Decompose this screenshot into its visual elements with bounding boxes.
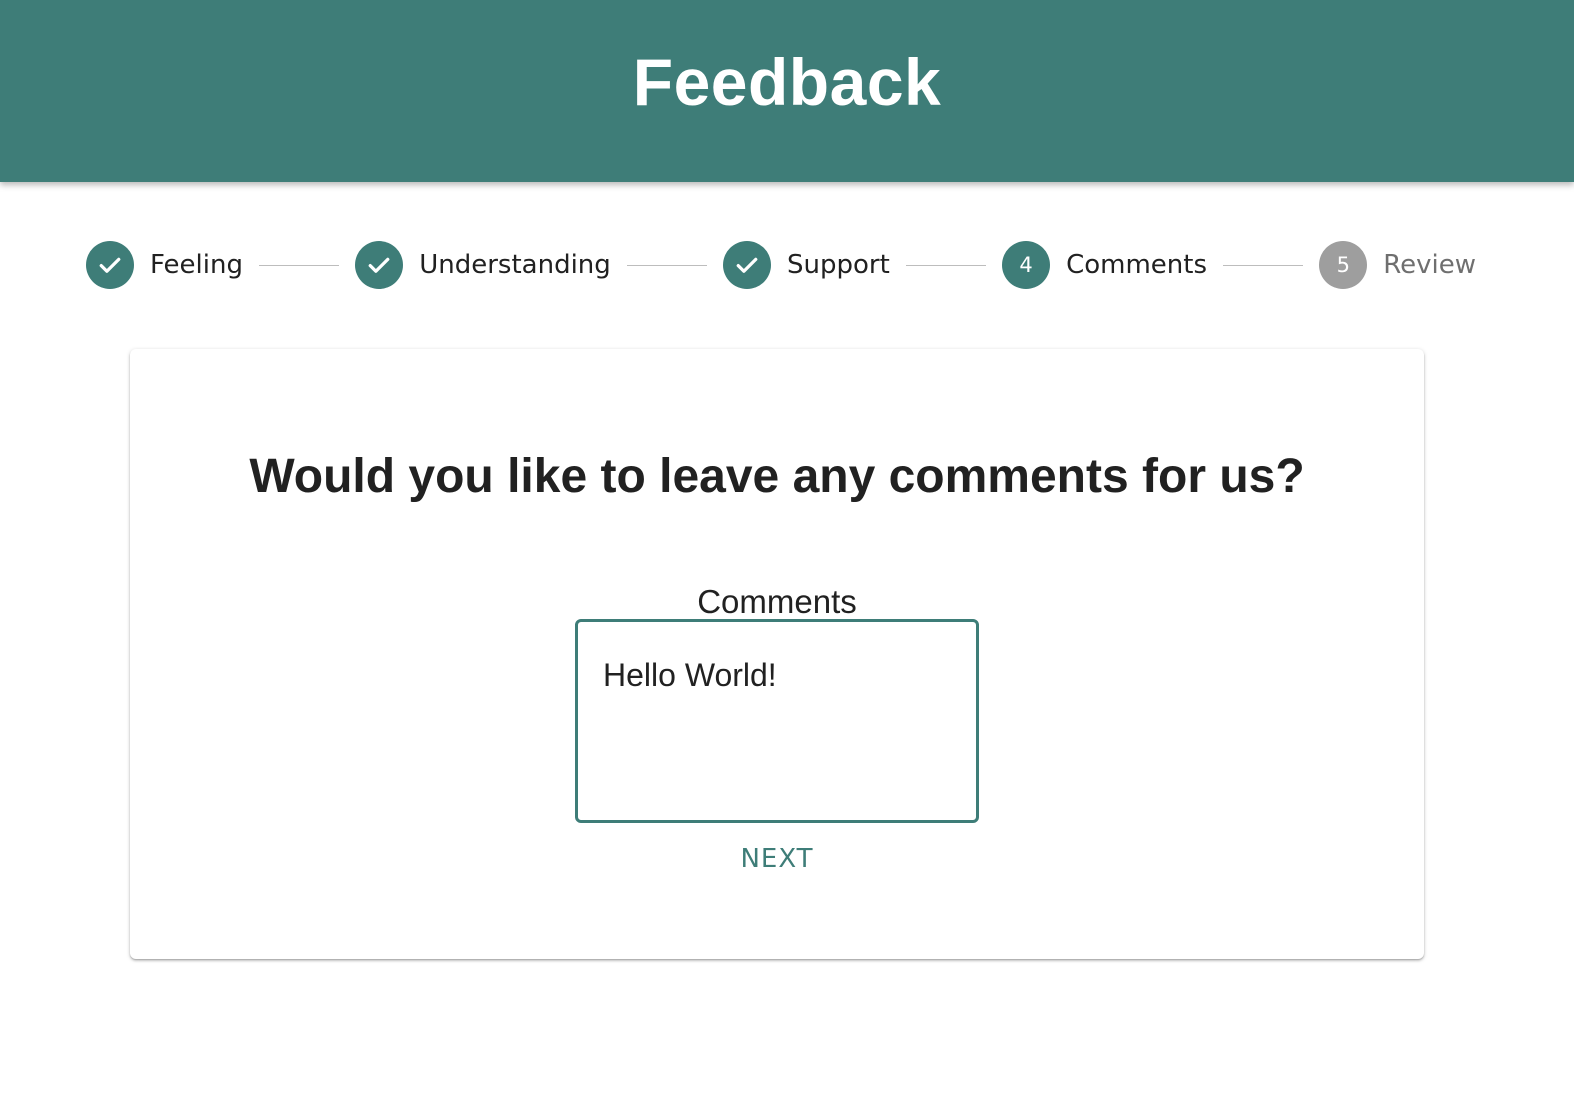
step-number-review: 5 bbox=[1319, 241, 1368, 289]
comments-label: Comments bbox=[697, 583, 857, 620]
step-feeling[interactable]: Feeling bbox=[86, 241, 243, 289]
step-understanding[interactable]: Understanding bbox=[355, 241, 611, 289]
stepper: Feeling Understanding Support 4 Comments… bbox=[86, 241, 1476, 289]
comments-textarea[interactable]: Hello World! bbox=[575, 619, 979, 823]
app-bar: Feedback bbox=[0, 0, 1574, 182]
page-title: Feedback bbox=[632, 45, 942, 119]
step-label-understanding: Understanding bbox=[419, 250, 611, 280]
step-connector bbox=[1223, 264, 1304, 266]
step-connector bbox=[626, 264, 708, 266]
step-label-review: Review bbox=[1383, 250, 1477, 280]
step-label-feeling: Feeling bbox=[150, 250, 243, 280]
step-comments[interactable]: 4 Comments bbox=[1002, 241, 1207, 289]
check-icon bbox=[368, 257, 390, 273]
next-button[interactable]: NEXT bbox=[702, 835, 852, 883]
step-feeling-check-icon bbox=[86, 241, 134, 289]
comments-card: Would you like to leave any comments for… bbox=[130, 349, 1424, 959]
check-icon bbox=[736, 257, 758, 273]
step-understanding-check-icon bbox=[355, 241, 404, 289]
step-label-comments: Comments bbox=[1066, 250, 1207, 280]
step-connector bbox=[258, 264, 340, 266]
step-number-comments: 4 bbox=[1002, 241, 1051, 289]
step-label-support: Support bbox=[787, 250, 890, 280]
step-support-check-icon bbox=[723, 241, 772, 289]
step-support[interactable]: Support bbox=[723, 241, 890, 289]
step-review[interactable]: 5 Review bbox=[1319, 241, 1476, 289]
question-heading: Would you like to leave any comments for… bbox=[249, 450, 1305, 503]
step-connector bbox=[905, 264, 987, 266]
check-icon bbox=[99, 257, 121, 273]
